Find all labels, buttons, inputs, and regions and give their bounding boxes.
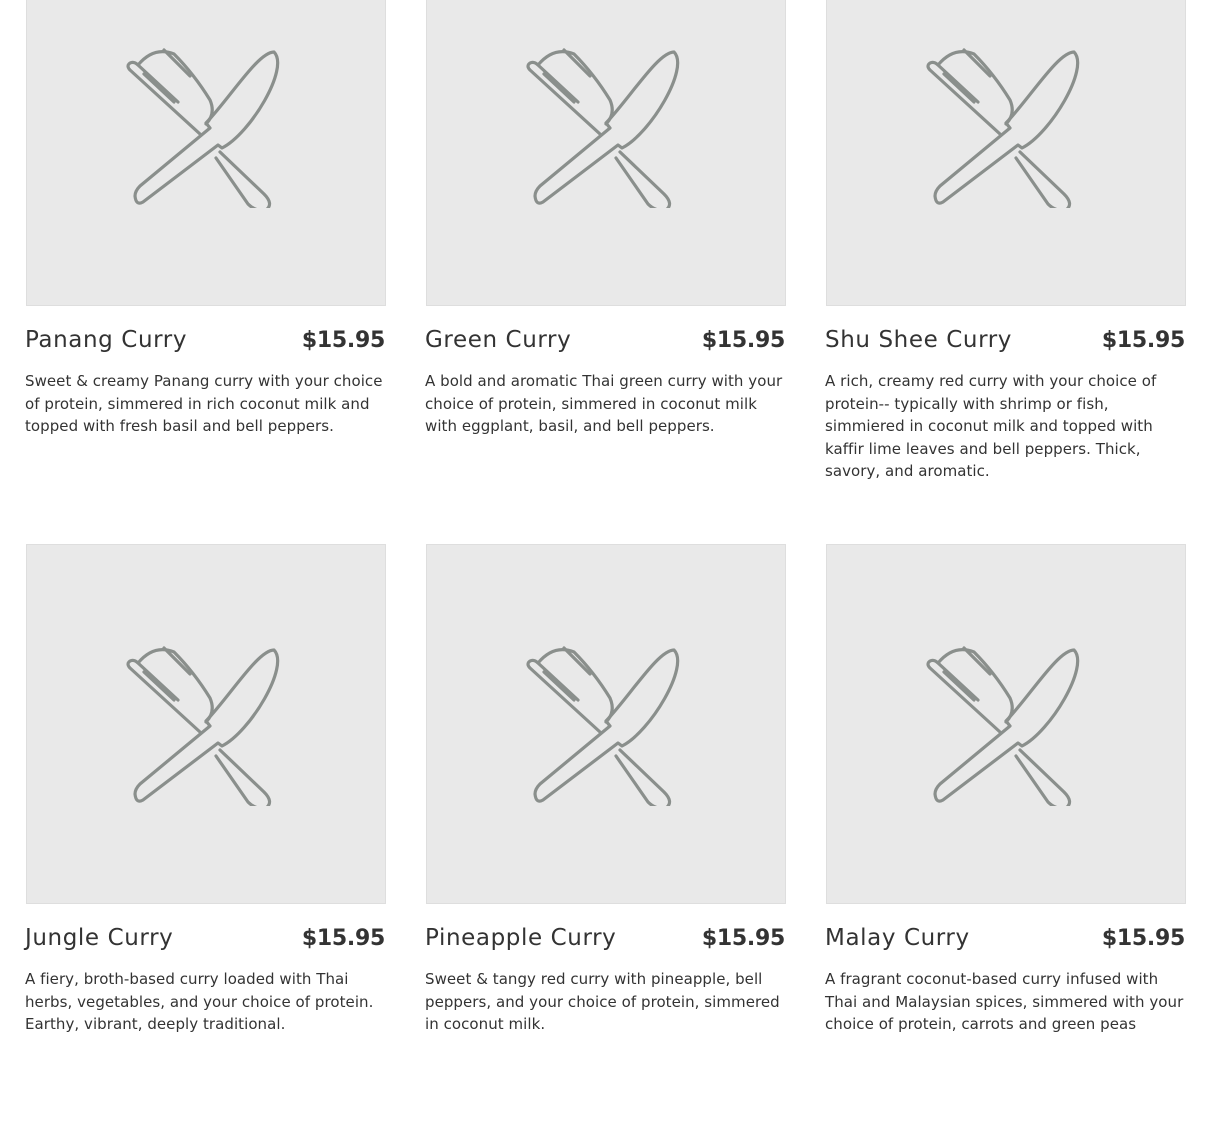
menu-item-card[interactable]: Malay Curry $15.95 A fragrant coconut-ba…	[825, 544, 1186, 1142]
menu-item-card[interactable]: Jungle Curry $15.95 A fiery, broth-based…	[25, 544, 386, 1142]
fork-knife-placeholder-icon	[526, 48, 680, 208]
fork-knife-placeholder-icon	[126, 646, 280, 806]
menu-item-description: A fragrant coconut-based curry infused w…	[825, 970, 1184, 1033]
fork-knife-placeholder-icon	[126, 48, 280, 208]
menu-item-name[interactable]: Pineapple Curry	[425, 925, 616, 951]
fork-knife-placeholder-icon	[926, 48, 1080, 208]
menu-item-description: A fiery, broth-based curry loaded with T…	[25, 970, 374, 1033]
menu-item-description: A rich, creamy red curry with your choic…	[825, 372, 1157, 480]
menu-item-header: Malay Curry $15.95	[825, 925, 1185, 961]
menu-item-card[interactable]: Panang Curry $15.95 Sweet & creamy Panan…	[25, 0, 386, 544]
menu-item-header: Pineapple Curry $15.95	[425, 925, 785, 961]
menu-item-description: Sweet & tangy red curry with pineapple, …	[425, 970, 780, 1033]
menu-grid: Panang Curry $15.95 Sweet & creamy Panan…	[25, 0, 1186, 1142]
menu-item-name[interactable]: Malay Curry	[825, 925, 970, 951]
menu-item-price: $15.95	[701, 926, 785, 951]
menu-item-name[interactable]: Jungle Curry	[25, 925, 173, 951]
menu-item-name[interactable]: Panang Curry	[25, 327, 187, 353]
menu-item-card[interactable]: Shu Shee Curry $15.95 A rich, creamy red…	[825, 0, 1186, 544]
menu-item-description: A bold and aromatic Thai green curry wit…	[425, 372, 783, 435]
menu-item-image-placeholder[interactable]	[826, 544, 1186, 904]
menu-item-header: Green Curry $15.95	[425, 327, 785, 363]
menu-item-price: $15.95	[1101, 328, 1185, 353]
menu-item-name[interactable]: Shu Shee Curry	[825, 327, 1012, 353]
menu-item-description: Sweet & creamy Panang curry with your ch…	[25, 372, 383, 435]
menu-item-price: $15.95	[701, 328, 785, 353]
menu-item-header: Panang Curry $15.95	[25, 327, 385, 363]
menu-item-image-placeholder[interactable]	[426, 0, 786, 306]
menu-item-image-placeholder[interactable]	[26, 0, 386, 306]
fork-knife-placeholder-icon	[926, 646, 1080, 806]
fork-knife-placeholder-icon	[526, 646, 680, 806]
menu-item-image-placeholder[interactable]	[826, 0, 1186, 306]
menu-item-price: $15.95	[301, 328, 385, 353]
menu-item-image-placeholder[interactable]	[426, 544, 786, 904]
menu-item-price: $15.95	[301, 926, 385, 951]
menu-item-name[interactable]: Green Curry	[425, 327, 571, 353]
menu-item-header: Shu Shee Curry $15.95	[825, 327, 1185, 363]
menu-item-card[interactable]: Pineapple Curry $15.95 Sweet & tangy red…	[425, 544, 786, 1142]
menu-item-image-placeholder[interactable]	[26, 544, 386, 904]
menu-item-card[interactable]: Green Curry $15.95 A bold and aromatic T…	[425, 0, 786, 544]
menu-item-header: Jungle Curry $15.95	[25, 925, 385, 961]
menu-item-price: $15.95	[1101, 926, 1185, 951]
